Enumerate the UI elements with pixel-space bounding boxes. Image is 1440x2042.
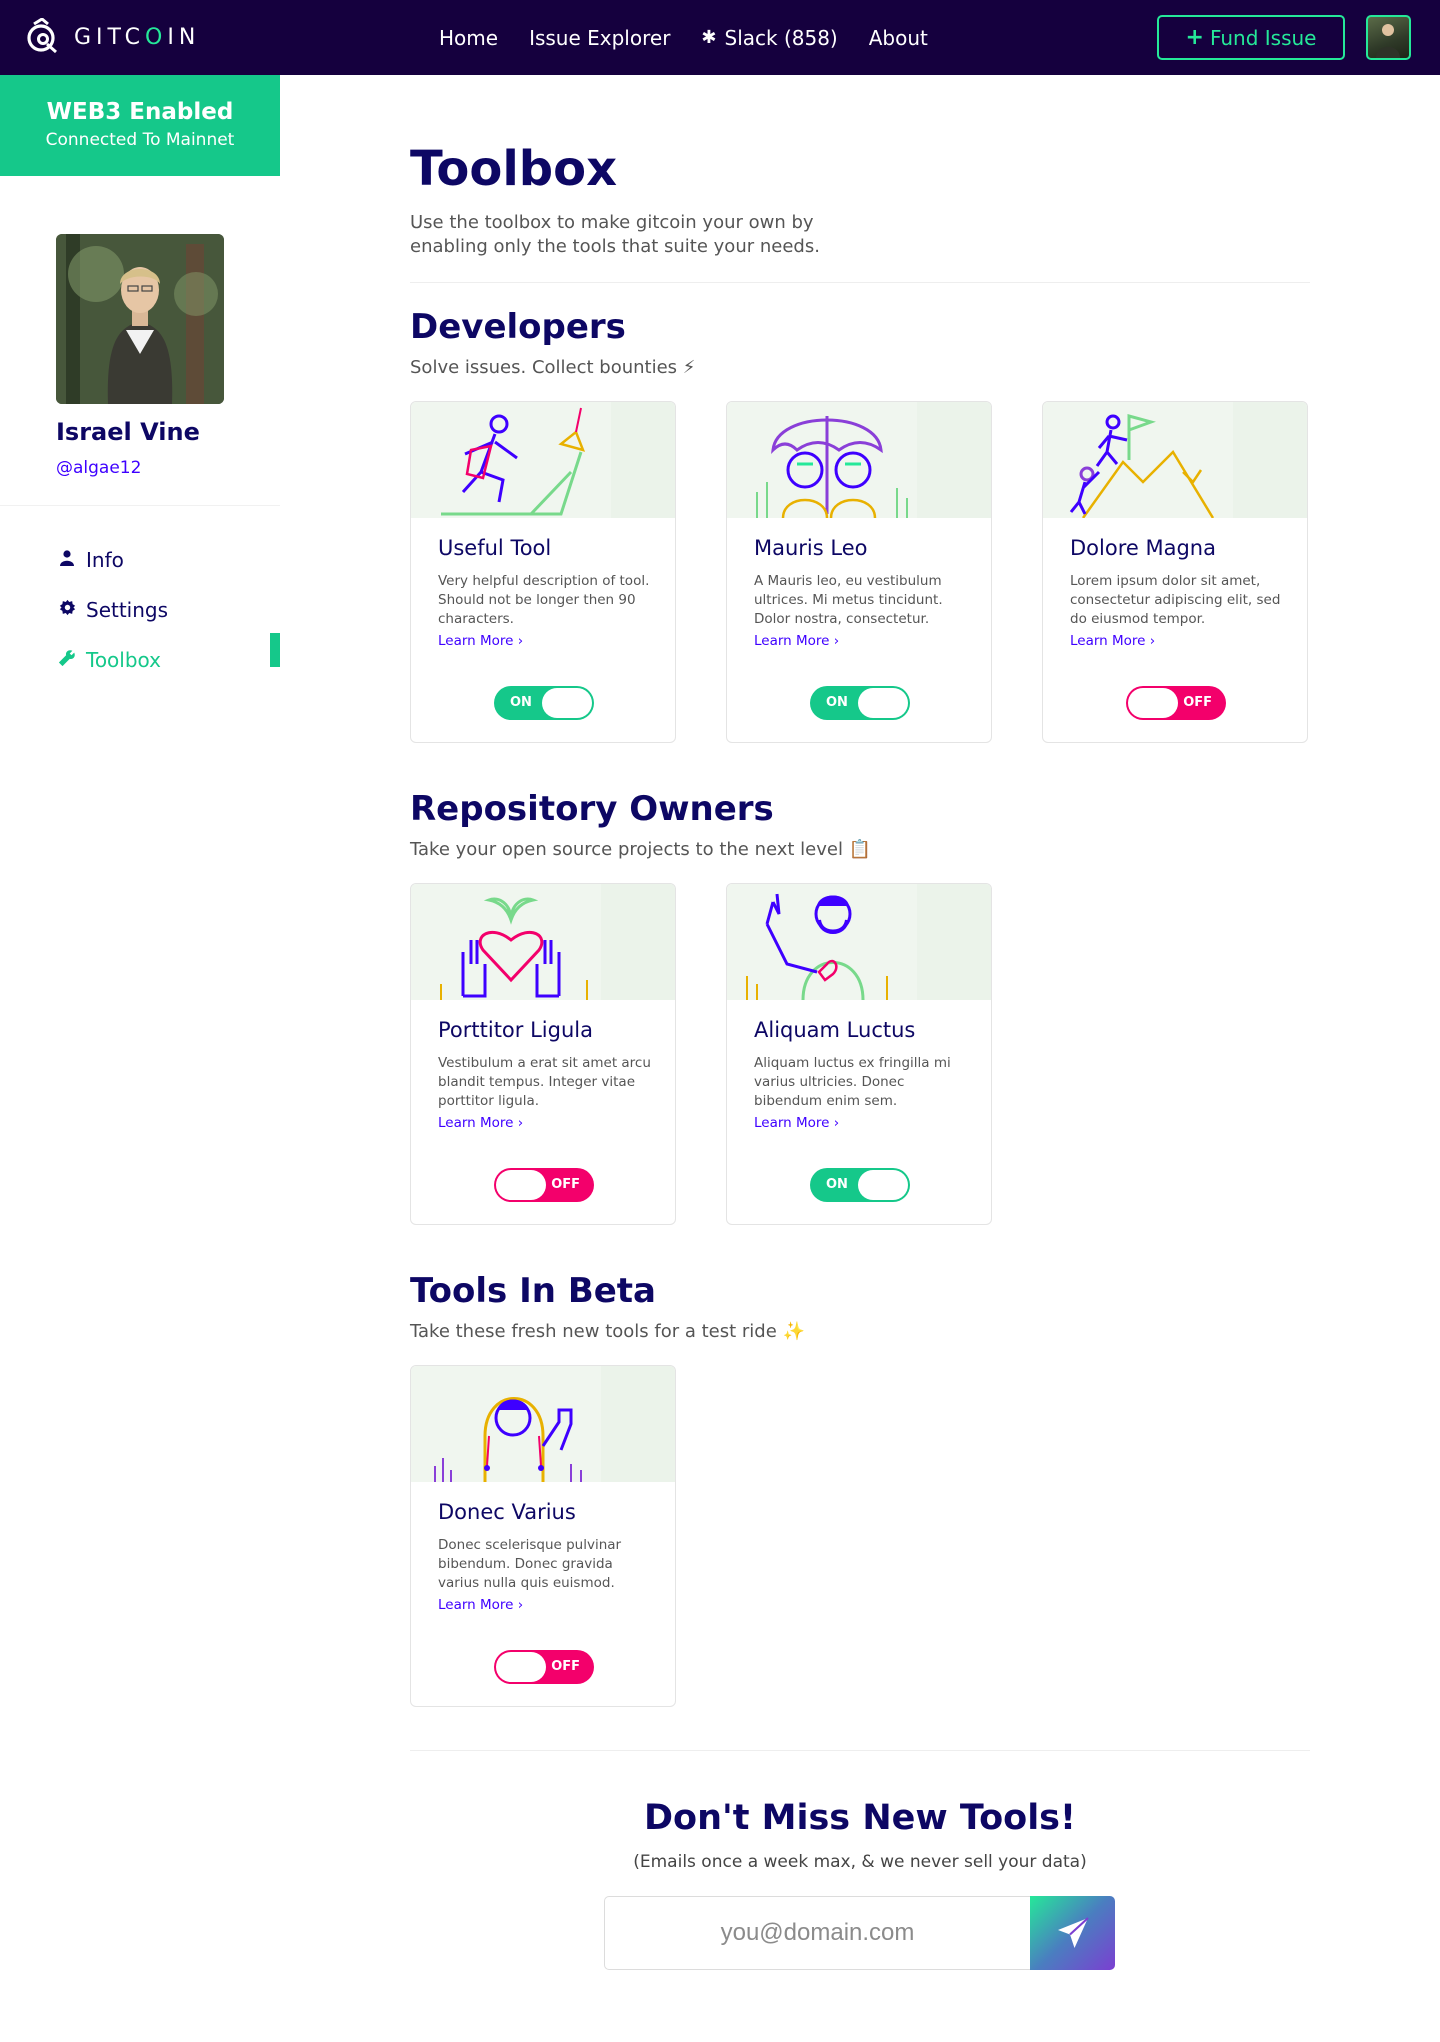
section-subtitle-developers: Solve issues. Collect bounties ⚡ (410, 357, 696, 378)
nav-about-link[interactable]: About (869, 26, 928, 50)
tool-toggle[interactable]: ON (810, 686, 910, 720)
toggle-state-label: OFF (551, 1659, 580, 1674)
toggle-state-label: OFF (551, 1177, 580, 1192)
learn-more-link[interactable]: Learn More › (754, 633, 839, 649)
toggle-knob (542, 688, 592, 718)
nav-issue-explorer-link[interactable]: Issue Explorer (529, 26, 670, 50)
toggle-knob (1128, 688, 1178, 718)
main-nav: Home Issue Explorer ✱ Slack (858) About (439, 0, 959, 75)
user-avatar[interactable] (1366, 15, 1411, 60)
tool-description: Lorem ipsum dolor sit amet, consectetur … (1070, 573, 1281, 627)
web3-network-label: Connected To Mainnet (45, 130, 235, 150)
learn-more-link[interactable]: Learn More › (1070, 633, 1155, 649)
logo-wordmark: GITCOIN (74, 24, 201, 50)
learn-more-link[interactable]: Learn More › (438, 1115, 523, 1131)
tool-illustration-heart-hands (411, 884, 675, 1000)
web3-status-banner: WEB3 Enabled Connected To Mainnet (0, 75, 280, 176)
sidebar-item-info[interactable]: Info (56, 535, 168, 585)
tool-description: Very helpful description of tool. Should… (438, 573, 650, 627)
section-divider (410, 1750, 1310, 1751)
learn-more-link[interactable]: Learn More › (438, 633, 523, 649)
section-title-tools-in-beta: Tools In Beta (410, 1271, 656, 1311)
tool-card-porttitor-ligula: Porttitor Ligula Vestibulum a erat sit a… (410, 883, 676, 1225)
newsletter-title: Don't Miss New Tools! (644, 1798, 1076, 1838)
gitcoin-logo[interactable]: GITCOIN (26, 18, 200, 56)
gear-icon (56, 599, 78, 621)
tool-description: A Mauris leo, eu vestibulum ultrices. Mi… (754, 573, 943, 627)
tool-description: Vestibulum a erat sit amet arcu blandit … (438, 1055, 651, 1109)
sidebar-item-toolbox[interactable]: Toolbox (56, 635, 168, 685)
slack-icon: ✱ (701, 27, 717, 48)
section-title-developers: Developers (410, 307, 626, 347)
profile-photo (56, 234, 224, 404)
tool-illustration-bearded-man (727, 884, 991, 1001)
user-icon (56, 549, 78, 571)
tool-description: Aliquam luctus ex fringilla mi varius ul… (754, 1055, 951, 1109)
wrench-icon (56, 649, 78, 672)
sidebar-active-indicator (270, 633, 280, 667)
gitcoin-logo-icon (27, 18, 57, 54)
tool-toggle[interactable]: OFF (494, 1168, 594, 1202)
tool-card-donec-varius: Donec Varius Donec scelerisque pulvinar … (410, 1365, 676, 1707)
tool-toggle[interactable]: OFF (494, 1650, 594, 1684)
page-title: Toolbox (410, 141, 618, 197)
tool-card-mauris-leo: Mauris Leo A Mauris leo, eu vestibulum u… (726, 401, 992, 743)
toggle-state-label: ON (826, 1177, 848, 1192)
section-subtitle-repository-owners: Take your open source projects to the ne… (410, 839, 872, 860)
tool-name: Donec Varius (438, 1500, 576, 1524)
tool-illustration-treadmill (411, 402, 675, 518)
tool-toggle[interactable]: OFF (1126, 686, 1226, 720)
profile-menu: Info Settings Toolbox (56, 535, 168, 685)
web3-status-title: WEB3 Enabled (46, 99, 234, 125)
section-divider (410, 282, 1310, 283)
toggle-knob (496, 1652, 546, 1682)
top-navbar: GITCOIN Home Issue Explorer ✱ Slack (858… (0, 0, 1440, 75)
tool-name: Dolore Magna (1070, 536, 1216, 560)
toggle-state-label: OFF (1183, 695, 1212, 710)
tool-name: Aliquam Luctus (754, 1018, 916, 1042)
tool-name: Porttitor Ligula (438, 1018, 593, 1042)
learn-more-link[interactable]: Learn More › (438, 1597, 523, 1613)
tool-illustration-mountain (1043, 402, 1307, 519)
newsletter-subtitle: (Emails once a week max, & we never sell… (633, 1852, 1087, 1872)
section-subtitle-tools-in-beta: Take these fresh new tools for a test ri… (410, 1321, 805, 1342)
profile-sidebar: WEB3 Enabled Connected To Mainnet Israel… (0, 75, 280, 2042)
nav-home-link[interactable]: Home (439, 26, 498, 50)
newsletter-email-input[interactable] (604, 1896, 1030, 1970)
tool-card-aliquam-luctus: Aliquam Luctus Aliquam luctus ex fringil… (726, 883, 992, 1225)
tool-toggle[interactable]: ON (810, 1168, 910, 1202)
learn-more-link[interactable]: Learn More › (754, 1115, 839, 1131)
tool-card-dolore-magna: Dolore Magna Lorem ipsum dolor sit amet,… (1042, 401, 1308, 743)
newsletter-submit-button[interactable] (1030, 1896, 1115, 1970)
tool-name: Mauris Leo (754, 536, 868, 560)
tool-card-useful-tool: Useful Tool Very helpful description of … (410, 401, 676, 743)
tool-name: Useful Tool (438, 536, 552, 560)
plus-icon: + (1185, 25, 1204, 50)
toggle-state-label: ON (510, 695, 532, 710)
sidebar-item-label: Info (86, 548, 124, 572)
tool-illustration-umbrella (727, 402, 991, 519)
sidebar-item-label: Settings (86, 598, 169, 622)
paper-plane-icon (1057, 1917, 1089, 1948)
avatar-image (1376, 24, 1400, 58)
sidebar-divider (0, 505, 280, 506)
profile-name: Israel Vine (56, 418, 200, 446)
nav-slack-link[interactable]: ✱ Slack (858) (701, 26, 837, 50)
section-title-repository-owners: Repository Owners (410, 789, 774, 829)
toggle-knob (496, 1170, 546, 1200)
tool-description: Donec scelerisque pulvinar bibendum. Don… (438, 1537, 622, 1591)
page-description: Use the toolbox to make gitcoin your own… (410, 212, 820, 257)
toggle-knob (858, 688, 908, 718)
toggle-state-label: ON (826, 695, 848, 710)
sidebar-item-settings[interactable]: Settings (56, 585, 168, 635)
tool-illustration-hoodie-man (411, 1366, 675, 1482)
sidebar-item-label: Toolbox (86, 648, 161, 672)
tool-toggle[interactable]: ON (494, 686, 594, 720)
fund-issue-button[interactable]: + Fund Issue (1157, 15, 1345, 60)
profile-handle[interactable]: @algae12 (56, 458, 141, 478)
toggle-knob (858, 1170, 908, 1200)
